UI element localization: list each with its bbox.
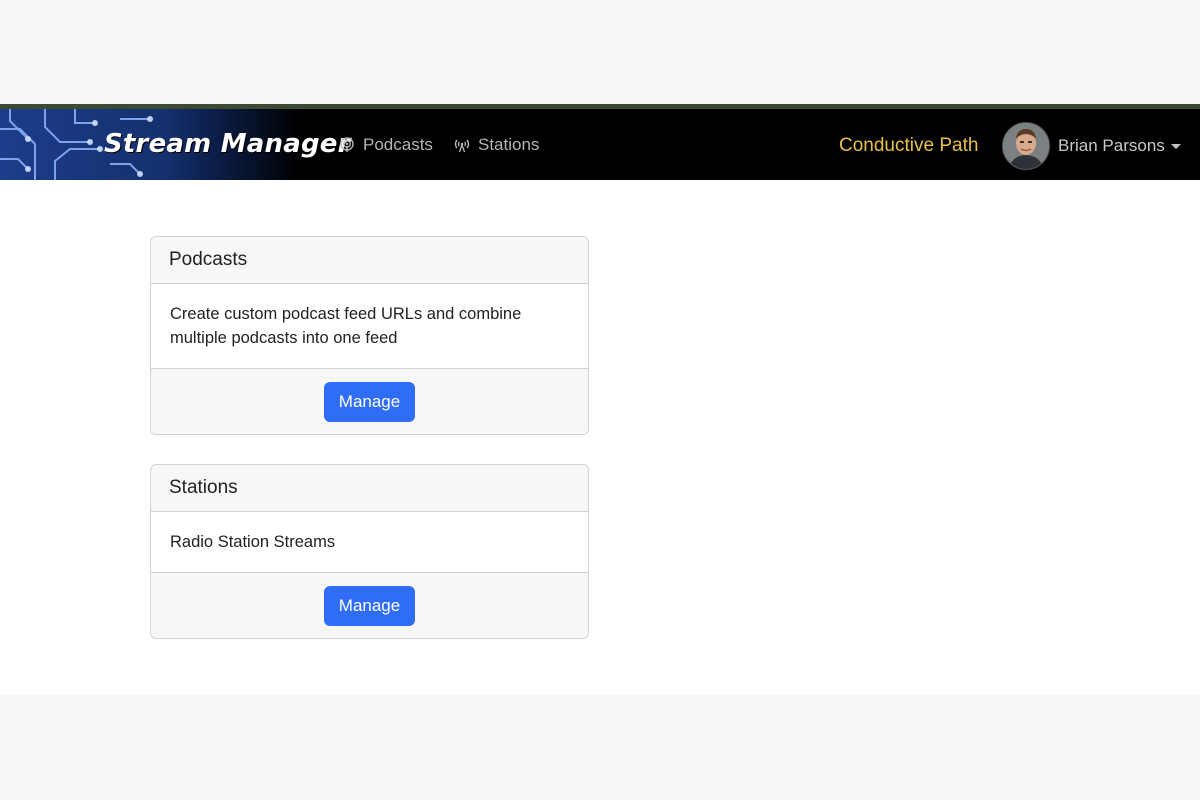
card-title: Stations — [151, 465, 588, 512]
nav-link-stations[interactable]: Stations — [454, 135, 539, 155]
user-photo — [1003, 123, 1049, 169]
app-page: Stream Manager Podcasts Stations Conduct… — [0, 104, 1200, 695]
nav-link-podcasts[interactable]: Podcasts — [339, 135, 433, 155]
nav-link-label: Stations — [478, 135, 540, 154]
broadcast-tower-icon — [454, 139, 470, 153]
podcast-icon — [340, 137, 354, 152]
card-stations: Stations Radio Station Streams Manage — [150, 464, 589, 639]
user-name: Brian Parsons — [1058, 136, 1165, 155]
caret-down-icon — [1170, 143, 1181, 149]
card-footer: Manage — [151, 368, 588, 434]
avatar[interactable] — [1002, 122, 1050, 170]
card-podcasts: Podcasts Create custom podcast feed URLs… — [150, 236, 589, 435]
user-menu[interactable]: Brian Parsons — [1058, 136, 1181, 156]
manage-stations-button[interactable]: Manage — [323, 585, 416, 626]
org-name[interactable]: Conductive Path — [839, 135, 978, 157]
card-description: Radio Station Streams — [170, 533, 336, 551]
card-footer: Manage — [151, 572, 588, 638]
card-title: Podcasts — [151, 237, 588, 284]
brand-logo[interactable]: Stream Manager — [104, 129, 351, 159]
manage-podcasts-button[interactable]: Manage — [323, 381, 416, 422]
card-description: Create custom podcast feed URLs and comb… — [170, 305, 522, 347]
navbar: Stream Manager Podcasts Stations Conduct… — [0, 109, 1200, 180]
nav-link-label: Podcasts — [363, 135, 433, 154]
